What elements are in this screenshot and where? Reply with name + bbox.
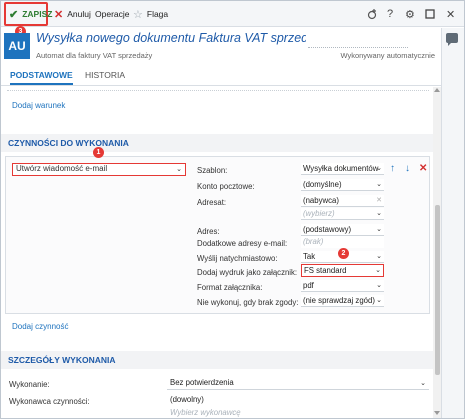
chevron-down-icon: ⌄ bbox=[376, 165, 382, 172]
attachment-format-value: pdf bbox=[303, 281, 314, 290]
execution-value: Bez potwierdzenia bbox=[170, 378, 234, 387]
send-now-value: Tak bbox=[303, 252, 316, 261]
executor-label: Wykonawca czynności: bbox=[9, 397, 90, 406]
add-action-link[interactable]: Dodaj czynność bbox=[12, 322, 68, 331]
divider bbox=[7, 90, 429, 91]
add-condition-link[interactable]: Dodaj warunek bbox=[12, 101, 65, 110]
page-subtitle: Automat dla faktury VAT sprzedaży bbox=[36, 51, 153, 60]
param-label-recipient: Adresat: bbox=[197, 198, 227, 207]
move-up-icon[interactable]: ↑ bbox=[390, 163, 395, 174]
main-content: Dodaj warunek CZYNNOŚCI DO WYKONANIA Utw… bbox=[1, 87, 441, 418]
executor-value: (dowolny) bbox=[170, 395, 204, 404]
tab-bar: PODSTAWOWE HISTORIA bbox=[1, 66, 441, 86]
toolbar: ✔ ZAPISZ ✕ Anuluj Operacje ☆ Flaga ? ⚙ ✕ bbox=[1, 1, 464, 27]
move-down-icon[interactable]: ↓ bbox=[405, 163, 410, 174]
chevron-down-icon: ⌄ bbox=[376, 282, 382, 289]
executor-value-field[interactable]: (dowolny) bbox=[167, 394, 429, 407]
execution-select[interactable]: Bez potwierdzenia ⌄ bbox=[167, 377, 429, 390]
chevron-down-icon: ⌄ bbox=[420, 380, 426, 387]
actions-section-title: CZYNNOŚCI DO WYKONANIA bbox=[8, 138, 129, 148]
recipient-choose-value: (wybierz) bbox=[303, 209, 335, 218]
save-label: ZAPISZ bbox=[22, 9, 53, 19]
extra-emails-input[interactable]: (brak) bbox=[301, 236, 384, 248]
param-label-address: Adres: bbox=[197, 227, 220, 236]
chevron-down-icon: ⌄ bbox=[376, 226, 382, 233]
template-select[interactable]: Wysyłka dokumentów ⌄ bbox=[301, 163, 384, 175]
close-icon: ✕ bbox=[54, 8, 64, 21]
address-select[interactable]: (podstawowy) ⌄ bbox=[301, 224, 384, 236]
param-label-attachment-format: Format załącznika: bbox=[197, 283, 263, 292]
consent-select[interactable]: (nie sprawdzaj zgód) ⌄ bbox=[301, 295, 384, 307]
flag-label: Flaga bbox=[146, 9, 169, 19]
execution-label: Wykonanie: bbox=[9, 380, 50, 389]
recipient-value: (nabywca) bbox=[303, 196, 339, 205]
star-icon: ☆ bbox=[133, 8, 143, 21]
badge-1: 1 bbox=[93, 147, 104, 158]
clear-icon[interactable]: ✕ bbox=[376, 195, 382, 206]
chevron-down-icon: ⌄ bbox=[176, 166, 182, 173]
title-edit-underline bbox=[308, 36, 408, 48]
chevron-down-icon: ⌄ bbox=[376, 181, 382, 188]
recipient-select[interactable]: (nabywca) ✕ bbox=[301, 195, 384, 207]
delete-action-icon[interactable]: ✕ bbox=[419, 163, 427, 174]
param-label-send-now: Wyślij natychmiastowo: bbox=[197, 254, 278, 263]
cancel-label: Anuluj bbox=[67, 9, 91, 19]
details-section-title: SZCZEGÓŁY WYKONANIA bbox=[8, 355, 116, 365]
chat-icon[interactable] bbox=[446, 33, 458, 46]
chevron-down-icon: ⌄ bbox=[376, 297, 382, 304]
executor-choose-value: Wybierz wykonawcę bbox=[170, 408, 241, 417]
param-label-mail-account: Konto pocztowe: bbox=[197, 182, 255, 191]
help-icon[interactable]: ? bbox=[387, 1, 393, 27]
badge-2: 2 bbox=[338, 248, 349, 259]
executor-choose-select[interactable]: Wybierz wykonawcę bbox=[167, 407, 429, 418]
attach-print-select[interactable]: FS standard ⌄ bbox=[301, 264, 384, 277]
page-title[interactable]: Wysyłka nowego dokumentu Faktura VAT spr… bbox=[36, 31, 306, 45]
operations-menu[interactable]: Operacje bbox=[95, 1, 130, 27]
attach-print-value: FS standard bbox=[304, 266, 347, 275]
param-label-extra-emails: Dodatkowe adresy e-mail: bbox=[197, 239, 288, 248]
param-label-template: Szablon: bbox=[197, 166, 228, 175]
mail-account-select[interactable]: (domyślne) ⌄ bbox=[301, 179, 384, 191]
chevron-down-icon: ⌄ bbox=[375, 267, 381, 274]
scroll-up-arrow-icon[interactable] bbox=[434, 88, 440, 92]
action-type-value: Utwórz wiadomość e-mail bbox=[16, 164, 108, 173]
scroll-down-arrow-icon[interactable] bbox=[434, 411, 440, 415]
extra-emails-value: (brak) bbox=[303, 237, 324, 246]
tab-history[interactable]: HISTORIA bbox=[85, 70, 125, 80]
chevron-down-icon: ⌄ bbox=[376, 253, 382, 260]
cancel-button[interactable]: ✕ Anuluj bbox=[54, 1, 91, 27]
attachment-format-select[interactable]: pdf ⌄ bbox=[301, 280, 384, 292]
close-window-icon[interactable]: ✕ bbox=[446, 1, 455, 27]
add-watch-icon[interactable] bbox=[366, 1, 378, 27]
action-type-select[interactable]: Utwórz wiadomość e-mail ⌄ bbox=[12, 163, 186, 176]
mail-account-value: (domyślne) bbox=[303, 180, 342, 189]
settings-icon[interactable]: ⚙ bbox=[405, 1, 415, 27]
address-value: (podstawowy) bbox=[303, 225, 352, 234]
recipient-choose-select[interactable]: (wybierz) ⌄ bbox=[301, 208, 384, 220]
chevron-down-icon: ⌄ bbox=[376, 210, 382, 217]
maximize-icon[interactable] bbox=[425, 1, 435, 27]
consent-value: (nie sprawdzaj zgód) bbox=[303, 296, 375, 305]
param-label-attach-print: Dodaj wydruk jako załącznik: bbox=[197, 268, 298, 277]
param-label-consent: Nie wykonuj, gdy brak zgody: bbox=[197, 298, 299, 307]
check-icon: ✔ bbox=[9, 8, 19, 21]
avatar: AU bbox=[4, 33, 30, 59]
right-panel bbox=[441, 28, 464, 418]
execution-mode-label: Wykonywany automatycznie bbox=[340, 51, 435, 60]
flag-button[interactable]: ☆ Flaga bbox=[133, 1, 168, 27]
save-button[interactable]: ✔ ZAPISZ bbox=[4, 2, 52, 26]
scrollbar-thumb[interactable] bbox=[435, 205, 440, 375]
operations-label: Operacje bbox=[95, 9, 130, 19]
template-value: Wysyłka dokumentów bbox=[303, 164, 379, 173]
tab-basic[interactable]: PODSTAWOWE bbox=[10, 70, 73, 85]
